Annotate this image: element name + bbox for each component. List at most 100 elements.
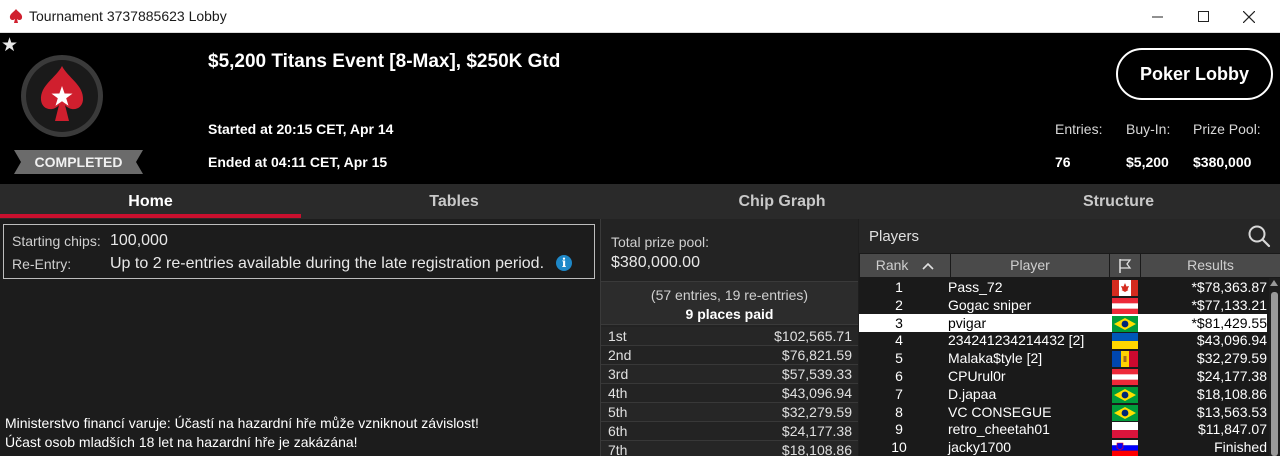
poker-lobby-button[interactable]: Poker Lobby	[1116, 48, 1273, 100]
player-rank: 4	[895, 332, 903, 349]
flag-icon	[1119, 259, 1132, 273]
payout-amount: $43,096.94	[781, 385, 852, 401]
player-row[interactable]: 1 Pass_72 *$78,363.87	[859, 278, 1267, 296]
player-row[interactable]: 9 retro_cheetah01 $11,847.07	[859, 420, 1267, 439]
player-rank: 7	[895, 385, 903, 402]
active-tab-indicator	[0, 214, 301, 218]
maximize-icon	[1197, 11, 1209, 22]
player-row[interactable]: 3 pvigar *$81,429.55	[859, 313, 1267, 332]
buyin-value: $5,200	[1126, 154, 1169, 170]
pokerstars-logo	[21, 55, 103, 137]
tab-structure[interactable]: Structure	[957, 184, 1280, 219]
event-title: $5,200 Titans Event [8-Max], $250K Gtd	[208, 51, 561, 72]
maximize-button[interactable]	[1180, 0, 1226, 33]
player-rank: 6	[895, 368, 903, 384]
slovenia-flag-icon	[1112, 440, 1138, 456]
player-column-header[interactable]: Player	[951, 254, 1109, 277]
ukraine-flag-icon	[1112, 333, 1138, 350]
player-name: Gogac sniper	[948, 296, 1032, 313]
payout-row: 4th $43,096.94	[601, 384, 858, 403]
starting-chips-value: 100,000	[110, 232, 168, 249]
player-row[interactable]: 2 Gogac sniper *$77,133.21	[859, 296, 1267, 314]
entries-summary: (57 entries, 19 re-entries)	[650, 287, 809, 303]
player-result: $32,279.59	[1196, 350, 1267, 367]
brazil-flag-icon	[1112, 315, 1138, 332]
status-text: COMPLETED	[34, 154, 123, 170]
reentry-value: Up to 2 re-entries available during the …	[110, 255, 545, 272]
payout-place: 5th	[608, 404, 628, 420]
payout-place: 1st	[608, 328, 627, 344]
player-name: retro_cheetah01	[948, 421, 1050, 438]
prize-pool-label: Prize Pool:	[1193, 121, 1261, 137]
payout-amount: $18,108.86	[781, 442, 852, 456]
players-scrollbar[interactable]	[1269, 278, 1280, 456]
payout-list: 1st $102,565.71 2nd $76,821.59 3rd $57,539.…	[601, 327, 858, 456]
payout-row: 3rd $57,539.33	[601, 365, 858, 384]
canada-flag-icon	[1112, 280, 1138, 296]
prize-pool-value: $380,000	[1193, 154, 1252, 170]
payout-row: 6th $24,177.38	[601, 422, 858, 441]
payout-row: 1st $102,565.71	[601, 327, 858, 346]
player-rank: 3	[895, 314, 903, 331]
payout-row: 5th $32,279.59	[601, 403, 858, 422]
player-result: $43,096.94	[1196, 332, 1267, 349]
player-name: D.japaa	[948, 385, 997, 402]
austria-flag-icon	[1112, 297, 1138, 314]
player-result: $13,563.53	[1196, 403, 1267, 420]
status-badge: COMPLETED	[14, 150, 143, 174]
gambling-warning: Ministerstvo financí varuje: Účastí na h…	[5, 415, 479, 431]
player-name: jacky1700	[948, 439, 1012, 456]
player-row[interactable]: 4 234241234214432 [2] $43,096.94	[859, 331, 1267, 350]
close-button[interactable]	[1226, 0, 1272, 33]
player-row[interactable]: 5 Malaka$tyle [2] $32,279.59	[859, 349, 1267, 368]
payout-amount: $76,821.59	[781, 347, 852, 363]
prize-pool-title: Total prize pool:	[611, 234, 710, 250]
player-result: Finished	[1214, 439, 1267, 456]
payout-place: 3rd	[608, 366, 629, 382]
tournament-header: ★ COMPLETED $5,200 Titans Event [8-Max],…	[0, 33, 1280, 184]
player-rank: 1	[895, 279, 903, 295]
player-name: CPUrul0r	[948, 368, 1006, 384]
player-name: 234241234214432 [2]	[948, 332, 1085, 349]
results-column-header[interactable]: Results	[1141, 254, 1280, 277]
pokerstars-icon	[9, 9, 23, 23]
player-name: pvigar	[948, 314, 987, 331]
tab-chip-graph[interactable]: Chip Graph	[607, 184, 957, 219]
player-rank: 10	[891, 439, 907, 456]
player-row[interactable]: 8 VC CONSEGUE $13,563.53	[859, 403, 1267, 421]
info-icon[interactable]: i	[556, 255, 572, 271]
payout-amount: $24,177.38	[781, 423, 852, 439]
reentry-label: Re-Entry:	[12, 256, 72, 272]
player-row[interactable]: 10 jacky1700 Finished	[859, 438, 1267, 456]
entries-value: 76	[1055, 154, 1071, 170]
player-result: $18,108.86	[1196, 385, 1267, 402]
buyin-label: Buy-In:	[1126, 121, 1171, 137]
players-header: Players	[859, 219, 1280, 253]
tab-tables[interactable]: Tables	[301, 184, 607, 219]
poland-flag-icon	[1112, 422, 1138, 439]
player-row[interactable]: 7 D.japaa $18,108.86	[859, 385, 1267, 403]
player-result: $11,847.07	[1197, 421, 1267, 438]
home-panel: Starting chips: 100,000 Re-Entry: Up to …	[0, 219, 600, 456]
player-rank: 2	[895, 296, 903, 313]
player-result: $24,177.38	[1196, 368, 1267, 384]
austria-flag-icon	[1112, 369, 1138, 385]
minimize-icon	[1151, 16, 1163, 18]
players-title: Players	[869, 228, 920, 245]
search-icon[interactable]	[1247, 224, 1271, 248]
scroll-up-arrow-icon[interactable]	[1270, 280, 1278, 286]
favorite-star-icon[interactable]: ★	[1, 36, 18, 56]
start-time: Started at 20:15 CET, Apr 14	[208, 121, 394, 137]
payout-row: 2nd $76,821.59	[601, 346, 858, 365]
entries-label: Entries:	[1055, 121, 1103, 137]
player-row[interactable]: 6 CPUrul0r $24,177.38	[859, 367, 1267, 385]
tournament-info-box: Starting chips: 100,000 Re-Entry: Up to …	[3, 224, 595, 279]
places-paid: 9 places paid	[685, 306, 774, 322]
prize-pool-panel: Total prize pool: $380,000.00 (57 entrie…	[600, 219, 858, 456]
minimize-button[interactable]	[1134, 0, 1180, 33]
rank-column-header[interactable]: Rank	[860, 254, 950, 277]
scroll-thumb[interactable]	[1271, 292, 1278, 456]
payout-place: 6th	[608, 423, 628, 439]
country-column-header[interactable]	[1110, 254, 1140, 277]
payout-place: 7th	[608, 442, 628, 456]
